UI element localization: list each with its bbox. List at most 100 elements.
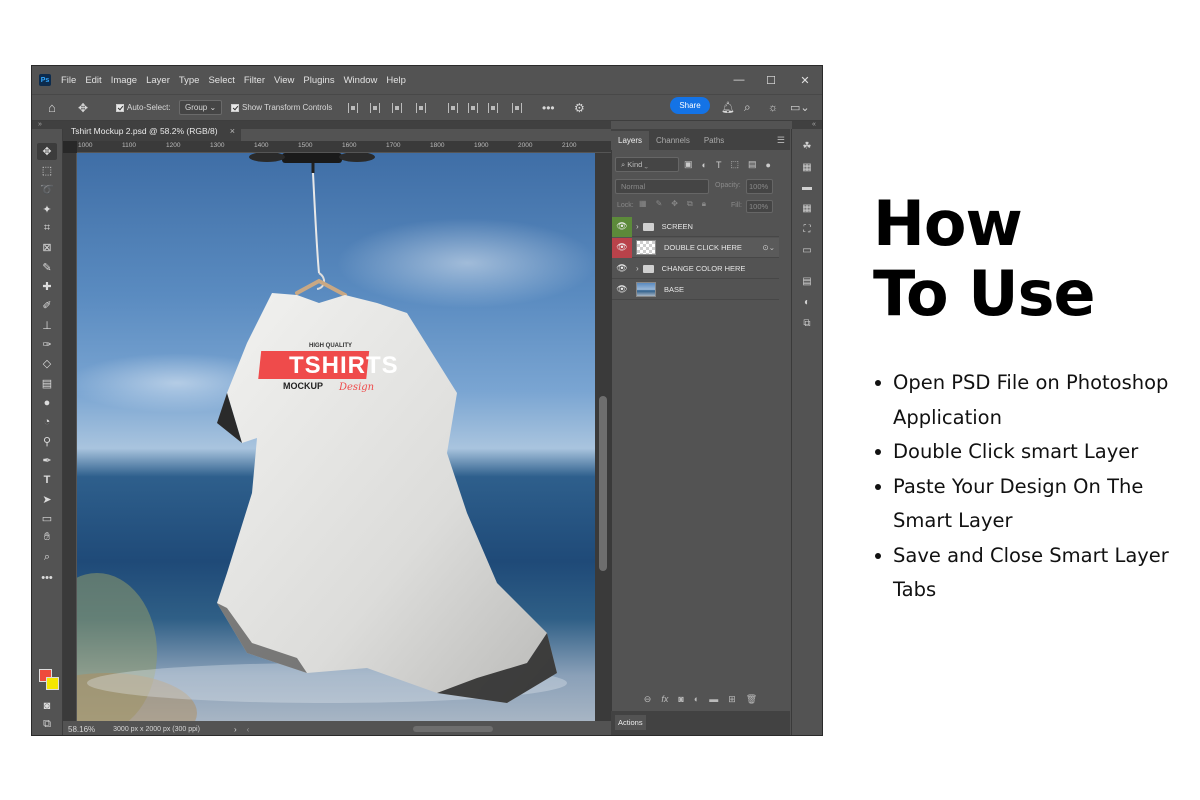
scroll-left-icon[interactable]: ‹ bbox=[247, 725, 250, 734]
tab-actions[interactable]: Actions bbox=[615, 715, 646, 730]
bell-icon[interactable]: 🔔︎ bbox=[721, 94, 735, 121]
canvas[interactable]: HIGH QUALITY TSHIRTS MOCKUP Design bbox=[77, 153, 595, 721]
eyedropper-tool-icon[interactable]: ✎ bbox=[37, 259, 57, 276]
move-tool-icon[interactable]: ✥ bbox=[78, 94, 88, 121]
tab-paths[interactable]: Paths bbox=[697, 131, 731, 150]
adjustment-layer-icon[interactable]: ◐ bbox=[694, 694, 699, 704]
distribute-icon[interactable] bbox=[416, 94, 426, 121]
transform-controls-checkbox[interactable] bbox=[231, 103, 239, 112]
zoom-level[interactable]: 58.16% bbox=[68, 725, 95, 734]
gradients-panel-icon[interactable]: ▬ bbox=[800, 180, 814, 194]
marquee-tool-icon[interactable]: ⬚ bbox=[37, 162, 57, 179]
vertical-scrollbar-thumb[interactable] bbox=[599, 396, 607, 571]
filter-adjustment-icon[interactable]: ◐ bbox=[702, 160, 707, 170]
move-tool-icon[interactable]: ✥ bbox=[37, 143, 57, 160]
more-options-icon[interactable]: ••• bbox=[542, 94, 555, 121]
menu-view[interactable]: View bbox=[274, 75, 294, 86]
burn-tool-icon[interactable]: ⚲ bbox=[37, 433, 57, 450]
background-color-swatch[interactable] bbox=[46, 677, 59, 690]
menu-layer[interactable]: Layer bbox=[146, 75, 170, 86]
share-button[interactable]: Share bbox=[670, 97, 710, 114]
transform-controls-toggle[interactable]: Show Transform Controls bbox=[231, 94, 332, 121]
align-right-icon[interactable] bbox=[392, 94, 402, 121]
screen-mode-icon[interactable]: ⧉ bbox=[37, 716, 57, 733]
lock-all-icon[interactable]: 🔒︎ bbox=[702, 199, 706, 209]
workspace-icon[interactable]: ▭⌄ bbox=[790, 94, 810, 121]
path-selection-tool-icon[interactable]: ➤ bbox=[37, 491, 57, 508]
align-bottom-icon[interactable] bbox=[488, 94, 498, 121]
chevron-right-icon[interactable]: › bbox=[636, 264, 639, 273]
properties-panel-icon[interactable]: ▤ bbox=[800, 274, 814, 288]
link-layers-icon[interactable]: ⊖ bbox=[644, 694, 652, 705]
layer-row-change-color-here[interactable]: 👁︎ › CHANGE COLOR HERE bbox=[612, 259, 779, 279]
eye-icon[interactable]: 👁︎ bbox=[612, 280, 632, 300]
filter-toggle-icon[interactable]: ● bbox=[765, 160, 770, 170]
lock-artboard-icon[interactable]: ⧉ bbox=[687, 199, 693, 209]
menu-edit[interactable]: Edit bbox=[85, 75, 101, 86]
panel-collapse-icon[interactable]: « bbox=[792, 121, 822, 129]
rectangle-tool-icon[interactable]: ▭ bbox=[37, 510, 57, 527]
quick-mask-icon[interactable]: ◙ bbox=[37, 697, 57, 714]
color-panel-icon[interactable]: ☘ bbox=[800, 139, 814, 153]
layer-filter-dropdown[interactable]: ⌕ Kind ⌄ bbox=[615, 157, 679, 172]
layer-row-screen[interactable]: 👁︎ › SCREEN bbox=[612, 216, 779, 237]
layer-row-double-click-here[interactable]: 👁︎ DOUBLE CLICK HERE ⊙⌄ bbox=[612, 237, 779, 258]
lasso-tool-icon[interactable]: ➰ bbox=[37, 181, 57, 198]
horizontal-scrollbar-thumb[interactable] bbox=[413, 726, 493, 732]
menu-type[interactable]: Type bbox=[179, 75, 200, 86]
maximize-button[interactable]: ☐ bbox=[754, 66, 788, 94]
layer-effects-icon[interactable]: ⊙⌄ bbox=[762, 243, 775, 252]
eye-icon[interactable]: 👁︎ bbox=[612, 237, 632, 258]
menu-plugins[interactable]: Plugins bbox=[303, 75, 334, 86]
menu-window[interactable]: Window bbox=[344, 75, 378, 86]
toolbar-collapse-icon[interactable]: » bbox=[32, 121, 63, 129]
lock-pixels-icon[interactable]: ✎ bbox=[656, 199, 663, 209]
trash-icon[interactable]: 🗑︎ bbox=[746, 694, 757, 705]
filter-shape-icon[interactable]: ⬚ bbox=[730, 159, 739, 170]
magic-wand-tool-icon[interactable]: ✦ bbox=[37, 201, 57, 218]
layer-row-base[interactable]: 👁︎ BASE bbox=[612, 280, 779, 300]
align-middle-icon[interactable] bbox=[468, 94, 478, 121]
tab-layers[interactable]: Layers bbox=[611, 131, 650, 150]
align-left-icon[interactable] bbox=[348, 94, 358, 121]
dodge-tool-icon[interactable]: ◔ bbox=[37, 413, 57, 430]
tab-channels[interactable]: Channels bbox=[649, 131, 697, 150]
close-window-button[interactable]: ✕ bbox=[788, 66, 822, 94]
blend-mode-dropdown[interactable]: Normal bbox=[615, 179, 709, 194]
pen-tool-icon[interactable]: ✒ bbox=[37, 452, 57, 469]
chevron-right-icon[interactable]: › bbox=[636, 222, 639, 231]
menu-file[interactable]: File bbox=[61, 75, 76, 86]
healing-brush-tool-icon[interactable]: ✚ bbox=[37, 278, 57, 295]
status-chevron-icon[interactable]: › bbox=[234, 725, 237, 734]
hand-tool-icon[interactable]: ✋︎ bbox=[37, 529, 57, 546]
distribute-vertical-icon[interactable] bbox=[512, 94, 522, 121]
gear-icon[interactable]: ⚙ bbox=[574, 94, 585, 121]
align-center-icon[interactable] bbox=[370, 94, 380, 121]
fill-field[interactable]: 100% bbox=[746, 200, 773, 213]
crop-tool-icon[interactable]: ⌗ bbox=[37, 220, 57, 237]
minimize-button[interactable]: — bbox=[722, 66, 756, 94]
menu-select[interactable]: Select bbox=[208, 75, 234, 86]
stamp-tool-icon[interactable]: ⊥ bbox=[37, 317, 57, 334]
more-tools-icon[interactable]: ••• bbox=[37, 569, 57, 586]
new-group-icon[interactable]: ▬ bbox=[709, 694, 718, 704]
auto-select-toggle[interactable]: Auto-Select: bbox=[116, 94, 171, 121]
swatches-panel-icon[interactable]: ▦ bbox=[800, 160, 814, 174]
fx-icon[interactable]: fx bbox=[661, 694, 668, 704]
type-tool-icon[interactable]: T bbox=[37, 471, 57, 488]
menu-help[interactable]: Help bbox=[386, 75, 406, 86]
filter-type-icon[interactable]: T bbox=[716, 160, 722, 170]
comments-panel-icon[interactable]: ▭ bbox=[800, 243, 814, 257]
gradient-tool-icon[interactable]: ▤ bbox=[37, 375, 57, 392]
document-tab[interactable]: Tshirt Mockup 2.psd @ 58.2% (RGB/8) × bbox=[63, 121, 241, 141]
lock-transparency-icon[interactable]: ▦ bbox=[639, 199, 647, 209]
new-layer-icon[interactable]: ⊞ bbox=[728, 694, 736, 705]
libraries-panel-icon[interactable]: ⛶ bbox=[800, 222, 814, 236]
opacity-field[interactable]: 100% bbox=[746, 179, 773, 194]
filter-pixel-icon[interactable]: ▣ bbox=[684, 159, 693, 170]
eraser-tool-icon[interactable]: ◇ bbox=[37, 355, 57, 372]
home-icon[interactable]: ⌂ bbox=[48, 94, 56, 121]
auto-select-checkbox[interactable] bbox=[116, 103, 124, 112]
auto-select-dropdown[interactable]: Group ⌄ bbox=[179, 94, 223, 121]
lock-position-icon[interactable]: ✥ bbox=[671, 199, 678, 209]
